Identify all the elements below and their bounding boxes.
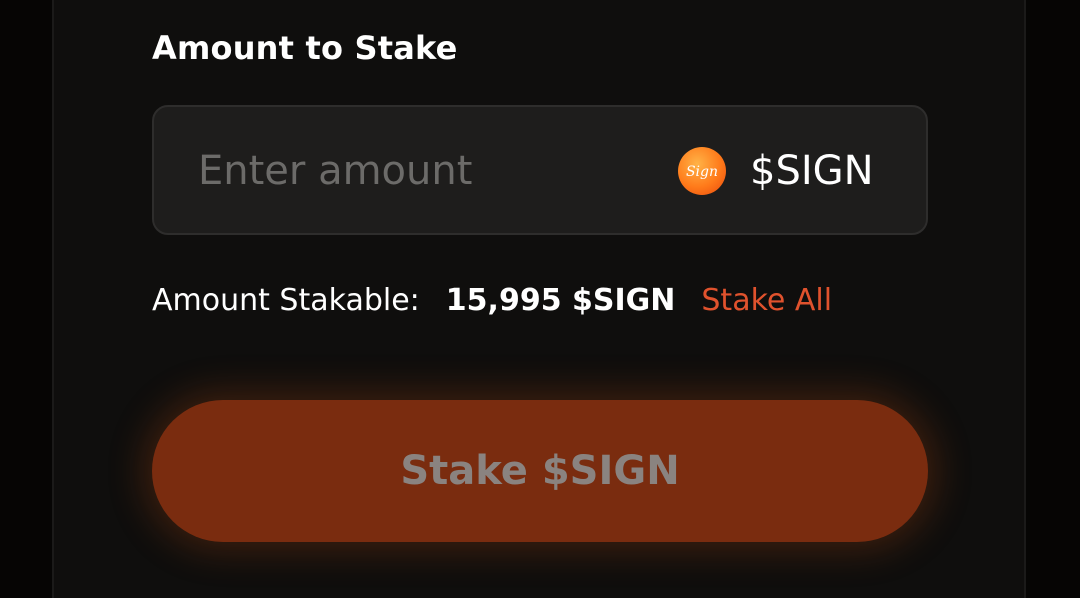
sign-token-logo-icon: Sign [678,147,726,195]
stakable-amount: 15,995 $SIGN [445,282,676,318]
token-symbol: $SIGN [750,148,874,194]
stake-all-link[interactable]: Stake All [701,283,832,318]
stakable-label: Amount Stakable: [152,282,420,318]
amount-to-stake-heading: Amount to Stake [152,29,458,67]
stakable-row: Amount Stakable: 15,995 $SIGN Stake All [152,278,832,322]
amount-input[interactable] [198,143,638,199]
sign-logo-glyph: Sign [686,164,718,180]
stake-sign-button[interactable]: Stake $SIGN [152,400,928,542]
sign-logo-text: Sign [686,164,718,180]
amount-input-container[interactable]: Sign $SIGN [152,105,928,235]
